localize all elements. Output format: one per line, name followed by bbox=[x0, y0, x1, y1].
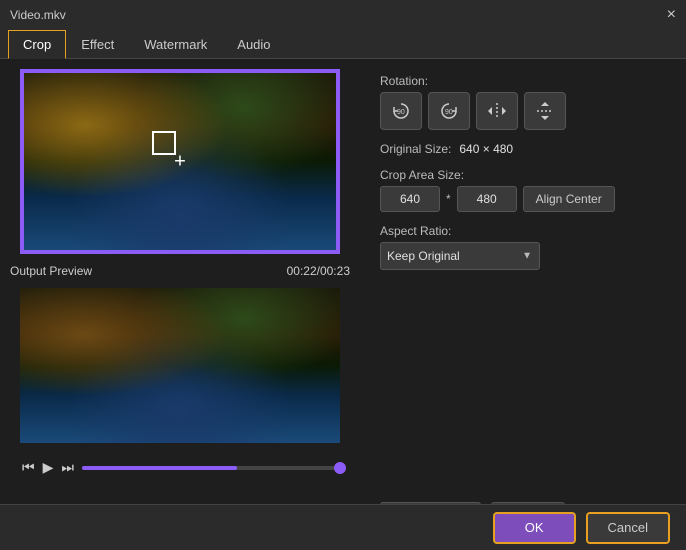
original-size-section: Original Size: 640 × 480 bbox=[380, 142, 666, 156]
window-title: Video.mkv bbox=[10, 8, 66, 22]
tab-audio[interactable]: Audio bbox=[222, 30, 285, 59]
ok-button[interactable]: OK bbox=[493, 512, 576, 544]
progress-thumb bbox=[334, 462, 346, 474]
close-button[interactable]: × bbox=[667, 7, 676, 23]
original-size-value: 640 × 480 bbox=[459, 142, 513, 156]
aspect-ratio-label: Aspect Ratio: bbox=[380, 224, 666, 238]
flip-vertical-button[interactable] bbox=[524, 92, 566, 130]
bottom-bar: OK Cancel bbox=[0, 504, 686, 550]
aspect-ratio-section: Aspect Ratio: Keep Original 16:9 4:3 1:1… bbox=[380, 224, 666, 270]
right-panel: Rotation: 90 90 bbox=[360, 59, 686, 545]
rotation-buttons: 90 90 bbox=[380, 92, 666, 130]
rotation-section: Rotation: 90 90 bbox=[380, 74, 666, 130]
play-button[interactable]: ▶ bbox=[41, 457, 56, 478]
progress-fill bbox=[82, 466, 237, 470]
flip-horizontal-button[interactable] bbox=[476, 92, 518, 130]
tab-watermark[interactable]: Watermark bbox=[129, 30, 222, 59]
left-panel: + Output Preview 00:22/00:23 ⏮ ▶ ⏭ bbox=[0, 59, 360, 545]
cancel-button[interactable]: Cancel bbox=[586, 512, 670, 544]
source-preview: + bbox=[20, 69, 340, 254]
crop-area-label: Crop Area Size: bbox=[380, 168, 666, 182]
crop-separator: * bbox=[446, 192, 451, 206]
main-content: + Output Preview 00:22/00:23 ⏮ ▶ ⏭ bbox=[0, 59, 686, 545]
prev-frame-button[interactable]: ⏮ bbox=[20, 457, 37, 478]
rotate-cw-button[interactable]: 90 bbox=[428, 92, 470, 130]
output-preview-container bbox=[20, 288, 340, 443]
tab-effect[interactable]: Effect bbox=[66, 30, 129, 59]
svg-text:90: 90 bbox=[397, 109, 405, 116]
crop-border bbox=[22, 71, 338, 252]
crop-width-input[interactable] bbox=[380, 186, 440, 212]
crop-height-input[interactable] bbox=[457, 186, 517, 212]
tab-crop[interactable]: Crop bbox=[8, 30, 66, 59]
playback-controls: ⏮ ▶ ⏭ bbox=[20, 457, 76, 478]
crop-area-section: Crop Area Size: * Align Center bbox=[380, 168, 666, 212]
progress-bar[interactable] bbox=[82, 466, 340, 470]
aspect-ratio-select[interactable]: Keep Original 16:9 4:3 1:1 9:16 bbox=[380, 242, 540, 270]
next-frame-button[interactable]: ⏭ bbox=[59, 457, 76, 478]
output-preview-header: Output Preview 00:22/00:23 bbox=[10, 262, 350, 280]
align-center-button[interactable]: Align Center bbox=[523, 186, 615, 212]
output-preview-time: 00:22/00:23 bbox=[287, 264, 350, 278]
svg-text:90: 90 bbox=[445, 109, 453, 116]
rotate-ccw-button[interactable]: 90 bbox=[380, 92, 422, 130]
crosshair-icon: + bbox=[174, 150, 186, 173]
source-preview-image: + bbox=[22, 71, 338, 252]
output-preview-label: Output Preview bbox=[10, 264, 92, 278]
tab-bar: Crop Effect Watermark Audio bbox=[0, 30, 686, 59]
aspect-ratio-wrapper: Keep Original 16:9 4:3 1:1 9:16 ▼ bbox=[380, 242, 540, 270]
output-preview-image bbox=[20, 288, 340, 443]
original-size-label: Original Size: bbox=[380, 142, 451, 156]
crop-area-inputs: * Align Center bbox=[380, 186, 666, 212]
playback-bar: ⏮ ▶ ⏭ bbox=[20, 457, 340, 478]
rotation-label: Rotation: bbox=[380, 74, 666, 88]
title-bar: Video.mkv × bbox=[0, 0, 686, 30]
